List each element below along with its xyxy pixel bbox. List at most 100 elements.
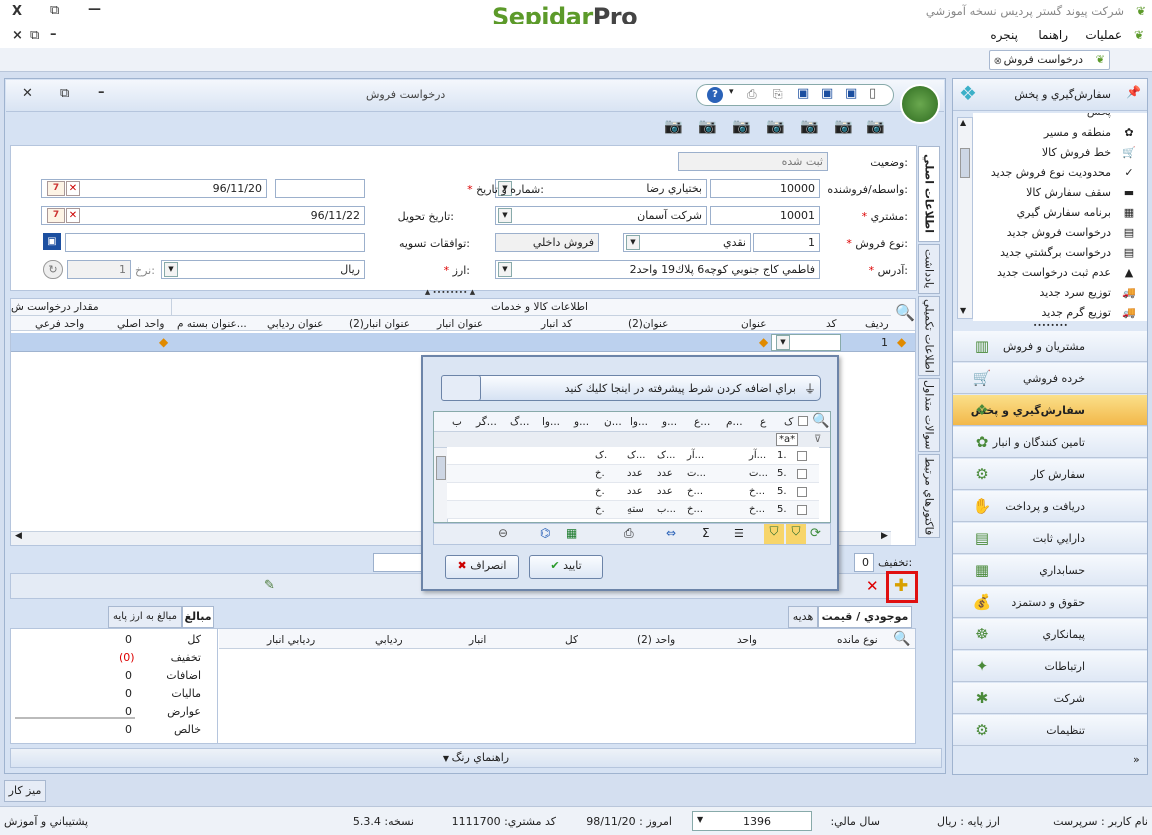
cancel-button[interactable]: ✖ انصراف — [445, 555, 519, 579]
currency-dropdown-icon[interactable]: ▼ — [164, 262, 178, 277]
ok-button[interactable]: ✔ تاييد — [529, 555, 603, 579]
dcol-12[interactable]: ب — [452, 416, 462, 428]
customer-dropdown-icon[interactable]: ▼ — [498, 208, 512, 223]
col-package-title[interactable]: عنوان بسته م... — [177, 318, 247, 330]
col-tracking-title[interactable]: عنوان رديابي — [267, 318, 323, 330]
dialog-table-row[interactable]: 1. آر... آر... ک... ک... ک. — [447, 447, 819, 465]
nav-item[interactable]: ⚙ تنظيمات — [953, 715, 1147, 746]
row-checkbox[interactable] — [797, 487, 807, 497]
dialog-table-row[interactable]: 5. ت... ت... عدد عدد خ. — [447, 465, 819, 483]
customer-code-input[interactable]: 10001 — [710, 206, 820, 225]
side-tab-faq[interactable]: سوالات متداول — [918, 378, 940, 452]
fiscal-year-select[interactable]: 1396 ▼ — [692, 811, 812, 831]
scroll-left-icon[interactable]: ◀ — [15, 531, 22, 541]
tab-amounts[interactable]: مبالغ — [182, 606, 214, 628]
dcol-8[interactable]: و... — [574, 416, 589, 428]
fit-width-icon[interactable]: ⇔ — [666, 526, 676, 540]
delete-row-button[interactable]: ✕ — [866, 577, 879, 595]
nav-sub-item[interactable]: ▬ سقف سفارش كالا — [973, 183, 1147, 203]
dcol-6[interactable]: وا... — [630, 416, 648, 428]
stock-search-icon[interactable]: 🔍 — [893, 631, 910, 647]
tab-base-amounts[interactable]: مبالغ به ارز پايه — [108, 606, 182, 628]
close-tab-icon[interactable]: ⊗ — [994, 53, 1002, 71]
address-dropdown-icon[interactable]: ▼ — [498, 262, 512, 277]
nav-item[interactable]: ☸ پيمانكاري — [953, 619, 1147, 650]
close-window-button[interactable]: ✕ — [22, 86, 33, 101]
dcol-11[interactable]: گر... — [476, 416, 497, 428]
nav-item[interactable]: ▥ مشتريان و فروش — [953, 331, 1147, 362]
scroll-right-icon[interactable]: ▶ — [881, 531, 888, 541]
dcol-9[interactable]: وا... — [542, 416, 560, 428]
options-icon[interactable]: ⊖ — [498, 526, 508, 540]
tab-sale-request[interactable]: درخواست فروش ⊗ ❦ — [988, 50, 1110, 71]
save-new-icon[interactable]: ▣ — [821, 86, 833, 101]
scol-balance-type[interactable]: نوع مانده — [837, 634, 878, 646]
sepidar-orb-icon[interactable] — [900, 84, 940, 124]
refresh-rate-icon[interactable]: ↻ — [43, 260, 63, 279]
calendar-icon[interactable]: 7 — [47, 181, 65, 196]
dcol-5[interactable]: و... — [662, 416, 677, 428]
agent-code-input[interactable]: 10000 — [710, 179, 820, 198]
tab-gift[interactable]: هديه — [788, 606, 818, 628]
splitter-handle[interactable]: ▲ ∙∙∙∙∙∙∙∙ ▲ — [420, 289, 480, 296]
refresh-icon[interactable]: ⟳ — [810, 526, 821, 541]
restore-window-button[interactable]: ⧉ — [60, 86, 69, 101]
filter-icon[interactable]: ⛉ — [786, 524, 806, 544]
menu-window[interactable]: پنجره — [990, 28, 1018, 42]
discount-amount-input[interactable] — [373, 553, 423, 572]
excel-icon[interactable]: ▦ — [566, 526, 577, 540]
nav-splitter[interactable]: ∙∙∙∙∙∙∙∙ — [1033, 322, 1068, 329]
sum-icon[interactable]: Σ — [702, 526, 710, 540]
col-title[interactable]: عنوان — [741, 318, 767, 330]
side-tab-related-invoices[interactable]: فاكتورهاي مرتبط — [918, 454, 940, 538]
customer-name-select[interactable]: شرکت آسمان — [495, 206, 707, 225]
nav-scroll-up-icon[interactable]: ▲ — [960, 118, 966, 127]
col-warehouse-code[interactable]: كد انبار — [541, 318, 572, 330]
dcol-3[interactable]: م... — [726, 416, 743, 428]
close-doc-button[interactable]: × — [12, 28, 23, 43]
col-title2[interactable]: عنوان(2) — [628, 318, 668, 330]
support-link[interactable]: پشتيباني و آموزش — [4, 815, 88, 828]
new-document-icon[interactable]: ▯ — [869, 86, 876, 101]
row-code-dropdown-icon[interactable]: ▼ — [776, 335, 790, 350]
help-icon[interactable]: ? — [707, 87, 723, 103]
camera-icon[interactable]: 📷 — [698, 117, 717, 135]
nav-item[interactable]: ▦ حسابداري — [953, 555, 1147, 586]
calculator-icon[interactable]: ✎ — [264, 578, 275, 593]
scol-unit2[interactable]: واحد (2) — [637, 634, 675, 646]
nav-sub-item[interactable]: 🚚 توزيع سرد جديد — [973, 283, 1147, 303]
dialog-filter-row[interactable] — [434, 432, 830, 448]
clear-delivery-icon[interactable]: ✕ — [66, 208, 80, 223]
scol-unit[interactable]: واحد — [737, 634, 757, 646]
menu-operations[interactable]: عمليات — [1085, 28, 1122, 42]
nav-sub-item[interactable]: ▤ درخواست برگشتي جديد — [973, 243, 1147, 263]
dcol-7[interactable]: ن... — [604, 416, 622, 428]
nav-sub-item[interactable]: ▤ درخواست فروش جديد — [973, 223, 1147, 243]
nav-item[interactable]: ▤ دارايي ثابت — [953, 523, 1147, 554]
col-warehouse-title2[interactable]: عنوان انبار(2) — [349, 318, 410, 330]
sale-type-select[interactable]: نقدي — [623, 233, 751, 252]
camera-back-icon[interactable]: 📷 — [800, 117, 819, 135]
filter-value-box[interactable] — [441, 375, 481, 401]
col-warehouse-title[interactable]: عنوان انبار — [437, 318, 483, 330]
nav-item[interactable]: ❖ سفارش‌گيري و پخش — [953, 395, 1147, 426]
grid-search-icon[interactable]: 🔍 — [895, 303, 915, 322]
clear-date-icon[interactable]: ✕ — [66, 181, 80, 196]
nav-sub-item[interactable]: ▦ برنامه سفارش گيري — [973, 203, 1147, 223]
nav-item[interactable]: 💰 حقوق و دستمزد — [953, 587, 1147, 618]
filter-clear-icon[interactable]: ⛉ — [764, 524, 784, 544]
nav-scroll-thumb[interactable] — [960, 148, 970, 178]
nav-sub-item[interactable]: ✿ منطقه و مسير — [973, 123, 1147, 143]
nav-item[interactable]: ⚙ سفارش كار — [953, 459, 1147, 490]
row-checkbox[interactable] — [797, 469, 807, 479]
advanced-filter-bar[interactable]: براي اضافه كردن شرط پيشرفته در اينجا كلي… — [441, 375, 821, 401]
close-app-button[interactable]: X — [12, 4, 22, 19]
add-row-button[interactable]: ✚ — [894, 576, 908, 596]
discount-input[interactable]: 0 — [854, 553, 874, 572]
minimize-app-button[interactable]: — — [88, 2, 101, 17]
col-code[interactable]: كد — [826, 318, 837, 330]
col-main-unit[interactable]: واحد اصلي — [117, 318, 164, 330]
side-tab-notes[interactable]: يادداشت — [918, 244, 940, 294]
col-sub-unit[interactable]: واحد فرعي — [35, 318, 84, 330]
pin-icon[interactable]: 📌 — [1126, 85, 1141, 99]
